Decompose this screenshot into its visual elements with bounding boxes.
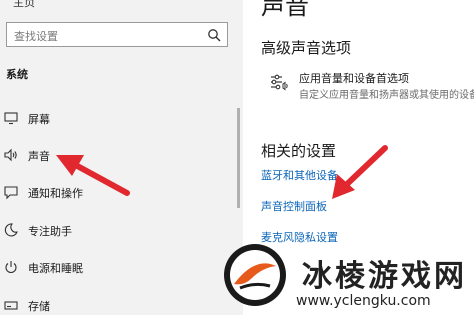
- sidebar-item-label: 电源和睡眠: [28, 262, 83, 275]
- sidebar-item-notifications[interactable]: 通知和操作: [0, 181, 236, 205]
- sidebar-item-display[interactable]: 屏幕: [0, 107, 236, 131]
- search-icon: [208, 29, 221, 42]
- app-volume-title: 应用音量和设备首选项: [299, 72, 409, 85]
- power-icon: [5, 261, 17, 274]
- page-title: 声音: [261, 0, 309, 20]
- sound-control-panel-link[interactable]: 声音控制面板: [261, 198, 327, 214]
- sidebar-item-focus-assist[interactable]: 专注助手: [0, 219, 236, 243]
- moon-icon: [4, 223, 18, 237]
- sidebar-scrollbar[interactable]: [237, 108, 240, 208]
- search-input[interactable]: 查找设置: [6, 22, 228, 47]
- sidebar-item-sound[interactable]: 声音: [0, 144, 236, 168]
- bluetooth-devices-link[interactable]: 蓝牙和其他设备: [261, 167, 338, 183]
- home-link[interactable]: 主页: [13, 0, 35, 10]
- storage-icon: [4, 301, 18, 310]
- sidebar-item-label: 存储: [28, 300, 50, 313]
- sidebar-item-label: 屏幕: [28, 113, 50, 126]
- monitor-icon: [4, 112, 18, 125]
- app-volume-subtitle: 自定义应用音量和扬声器或其使用的设备。: [299, 90, 474, 101]
- related-settings-heading: 相关的设置: [261, 142, 337, 160]
- sidebar-item-label: 专注助手: [28, 225, 72, 238]
- watermark-url: www.yclengku.com: [296, 293, 431, 309]
- sidebar-item-label: 通知和操作: [28, 187, 83, 200]
- sidebar-item-power-sleep[interactable]: 电源和睡眠: [0, 256, 236, 280]
- advanced-options-heading: 高级声音选项: [261, 39, 352, 57]
- watermark-text: 冰棱游戏网: [302, 259, 467, 294]
- search-placeholder: 查找设置: [14, 30, 58, 43]
- mixer-sliders-icon: [271, 74, 288, 91]
- notification-icon: [4, 186, 18, 200]
- section-label-system: 系统: [6, 68, 28, 81]
- sidebar-item-label: 声音: [28, 150, 50, 163]
- speaker-icon: [4, 148, 17, 162]
- app-volume-preferences[interactable]: 应用音量和设备首选项 自定义应用音量和扬声器或其使用的设备。: [269, 70, 474, 104]
- sidebar-item-storage[interactable]: 存储: [0, 294, 236, 315]
- settings-sidebar: 主页 查找设置 系统 屏幕 声音 通知和操作 专注助手 电源和睡眠 存储: [0, 0, 243, 315]
- watermark-logo: [224, 244, 286, 306]
